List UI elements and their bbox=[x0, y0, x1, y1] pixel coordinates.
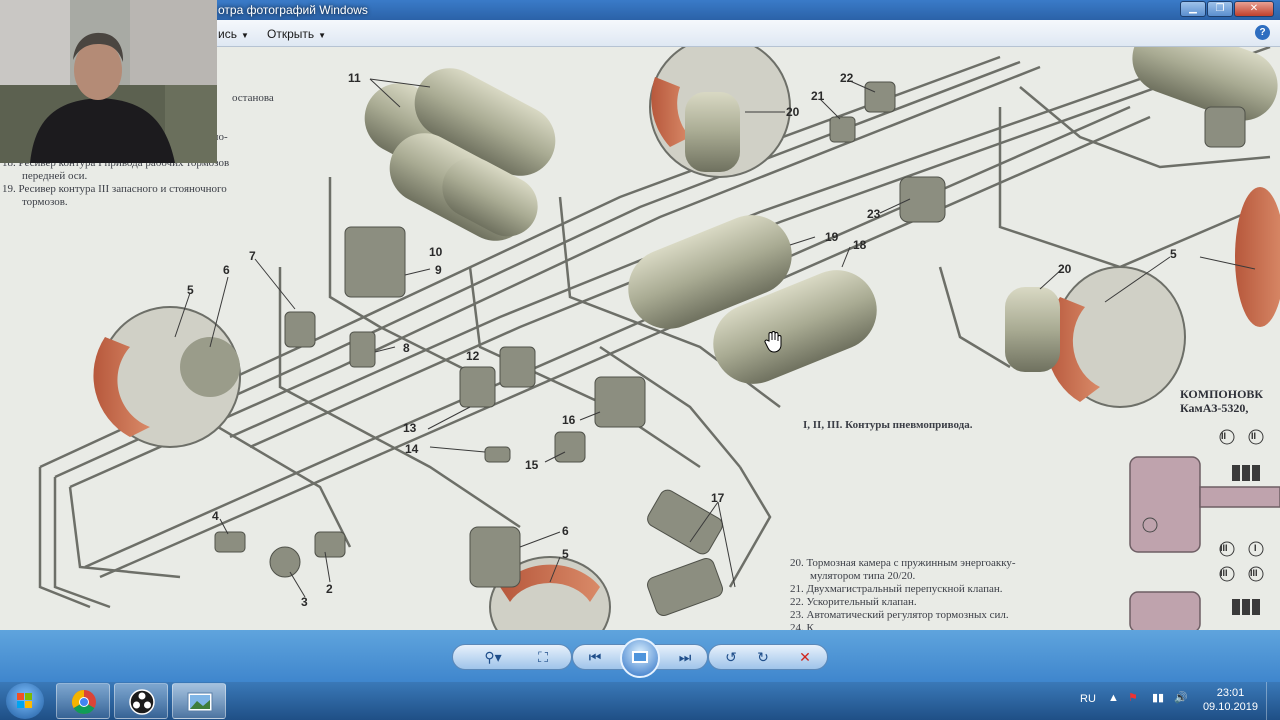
callout-number: 14 bbox=[405, 442, 419, 456]
clock-time: 23:01 bbox=[1216, 687, 1245, 699]
windows-taskbar: RU ▲ ⚑ ▮▮ 🔊 23:01 09.10.2019 bbox=[0, 682, 1280, 720]
legend-line: останова bbox=[232, 92, 274, 104]
menu-burn[interactable]: ись ▼ bbox=[218, 27, 249, 41]
rotate-right-icon[interactable]: ↻ bbox=[750, 647, 776, 667]
chrome-icon bbox=[71, 690, 96, 715]
taskbar-obs[interactable] bbox=[114, 683, 168, 719]
callout-number: 17 bbox=[711, 491, 725, 505]
chevron-down-icon: ▼ bbox=[240, 31, 249, 40]
callout-number: 21 bbox=[811, 89, 825, 103]
callout-number: 7 bbox=[249, 249, 256, 263]
callout-number: 2 bbox=[326, 582, 333, 596]
clock-date: 09.10.2019 bbox=[1202, 701, 1258, 713]
show-desktop-button[interactable] bbox=[1266, 682, 1280, 720]
callout-number: 8 bbox=[403, 341, 410, 355]
diagram-heading: КОМПОНОВК КамАЗ-5320, bbox=[1180, 387, 1263, 415]
circuit-mark: II bbox=[1221, 431, 1227, 441]
callout-number: 6 bbox=[562, 524, 569, 538]
menu-burn-label: ись bbox=[218, 27, 237, 41]
delete-icon[interactable]: ✕ bbox=[792, 647, 818, 667]
webcam-overlay bbox=[0, 0, 217, 163]
language-indicator[interactable]: RU bbox=[1080, 693, 1096, 705]
callout-number: 18 bbox=[853, 238, 867, 252]
callout-number: 9 bbox=[435, 263, 442, 277]
legend-line: 21. Двухмагистральный перепускной клапан… bbox=[790, 583, 1003, 595]
legend-line: мулятором типа 20/20. bbox=[810, 570, 916, 582]
legend-line: 20. Тормозная камера с пружинным энергоа… bbox=[790, 557, 1016, 569]
heading-line-2: КамАЗ-5320, bbox=[1180, 401, 1249, 415]
callout-number: 13 bbox=[403, 421, 417, 435]
legend-line: 24. К bbox=[790, 622, 814, 630]
chevron-down-icon: ▼ bbox=[318, 31, 327, 40]
photo-viewer-icon bbox=[187, 692, 213, 712]
volume-icon[interactable]: 🔊 bbox=[1174, 691, 1188, 704]
circuit-mark: II bbox=[1251, 431, 1257, 441]
viewer-toolbar: ⚲▾ ⛶ ⏮ ⏭ ↺ ↻ ✕ bbox=[0, 630, 1280, 682]
tray-flag-icon[interactable]: ⚑ bbox=[1128, 691, 1138, 704]
diagram-caption: I, II, III. Контуры пневмопривода. bbox=[803, 419, 973, 431]
legend-line: 23. Автоматический регулятор тормозных с… bbox=[790, 609, 1009, 621]
callout-number: 11 bbox=[348, 71, 361, 85]
legend-right: 20. Тормозная камера с пружинным энергоа… bbox=[790, 557, 1016, 630]
callout-number: 5 bbox=[1170, 247, 1177, 261]
zoom-icon[interactable]: ⚲▾ bbox=[476, 647, 510, 667]
legend-line: передней оси. bbox=[22, 170, 88, 182]
obs-icon bbox=[129, 689, 155, 715]
callout-number: 4 bbox=[212, 509, 219, 523]
network-icon[interactable]: ▮▮ bbox=[1152, 691, 1164, 704]
chassis-schematic bbox=[1129, 429, 1280, 630]
callout-number: 12 bbox=[466, 349, 480, 363]
brake-drum-front-left bbox=[93, 306, 241, 448]
menu-open-label: Открыть bbox=[267, 27, 315, 41]
brake-drum-edge bbox=[1235, 187, 1280, 327]
callout-number: 16 bbox=[562, 413, 576, 427]
webcam-person bbox=[0, 0, 217, 163]
circuit-mark: I bbox=[1254, 543, 1257, 553]
callout-number: 10 bbox=[429, 245, 443, 259]
previous-icon[interactable]: ⏮ bbox=[582, 647, 608, 667]
slideshow-icon bbox=[632, 651, 648, 663]
callout-number: 3 bbox=[301, 595, 308, 609]
window-controls: ▁ ❐ ✕ bbox=[1180, 1, 1274, 17]
circuit-mark: III bbox=[1220, 568, 1228, 578]
callout-number: 5 bbox=[562, 547, 569, 561]
legend-line: 19. Ресивер контура III запасного и стоя… bbox=[2, 183, 227, 195]
windows-logo-icon bbox=[17, 693, 32, 708]
callout-number: 22 bbox=[840, 71, 854, 85]
taskbar-chrome[interactable] bbox=[56, 683, 110, 719]
callout-number: 20 bbox=[1058, 262, 1072, 276]
heading-line-1: КОМПОНОВК bbox=[1180, 387, 1264, 401]
callout-number: 5 bbox=[187, 283, 194, 297]
system-clock[interactable]: 23:01 09.10.2019 bbox=[1203, 686, 1258, 714]
menu-open[interactable]: Открыть ▼ bbox=[267, 27, 326, 41]
callout-number: 15 bbox=[525, 458, 539, 472]
air-tanks-11 bbox=[364, 68, 556, 241]
taskbar-photo-viewer[interactable] bbox=[172, 683, 226, 719]
callout-number: 20 bbox=[786, 105, 800, 119]
maximize-button[interactable]: ❐ bbox=[1207, 1, 1233, 17]
next-icon[interactable]: ⏭ bbox=[672, 647, 698, 667]
minimize-button[interactable]: ▁ bbox=[1180, 1, 1206, 17]
legend-line: тормозов. bbox=[22, 196, 68, 208]
window-title: отра фотографий Windows bbox=[218, 3, 368, 17]
rotate-left-icon[interactable]: ↺ bbox=[718, 647, 744, 667]
circuit-mark: III bbox=[1250, 568, 1258, 578]
close-button[interactable]: ✕ bbox=[1234, 1, 1274, 17]
actual-size-icon[interactable]: ⛶ bbox=[530, 647, 556, 667]
circuit-mark: III bbox=[1220, 543, 1228, 553]
callout-number: 6 bbox=[223, 263, 230, 277]
slideshow-button[interactable] bbox=[620, 638, 660, 678]
brake-drum-rear-right bbox=[1005, 266, 1186, 408]
photo-viewer-screen: отра фотографий Windows ▁ ❐ ✕ ись ▼ Откры… bbox=[0, 0, 1280, 720]
hand-cursor-icon bbox=[764, 331, 782, 353]
callout-number: 23 bbox=[867, 207, 881, 221]
legend-line: 22. Ускорительный клапан. bbox=[790, 596, 917, 608]
tray-expand-icon[interactable]: ▲ bbox=[1108, 692, 1119, 704]
start-button[interactable] bbox=[6, 683, 44, 719]
callout-number: 19 bbox=[825, 230, 839, 244]
help-icon[interactable]: ? bbox=[1255, 25, 1270, 40]
